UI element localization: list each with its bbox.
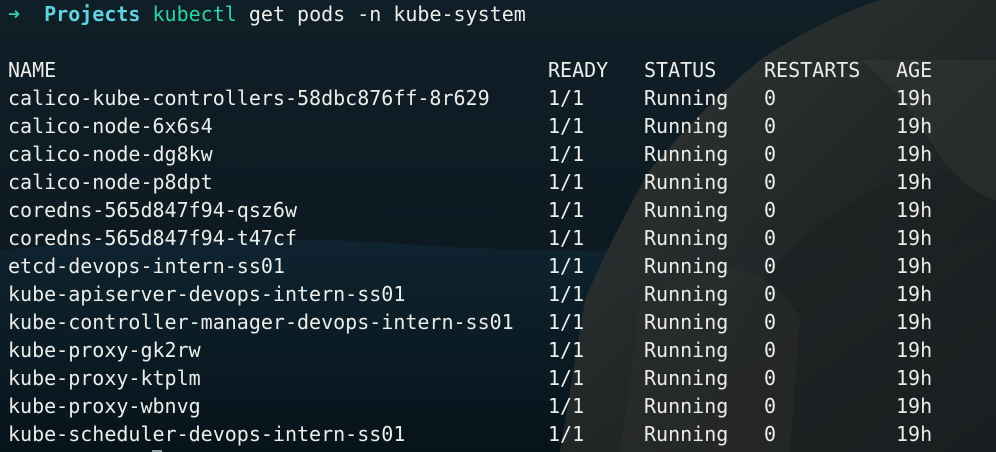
pod-name: kube-controller-manager-devops-intern-ss… xyxy=(8,310,514,334)
pod-status: Running xyxy=(644,422,729,446)
pod-status: Running xyxy=(644,338,729,362)
pod-status: Running xyxy=(644,198,729,222)
pod-restarts: 0 xyxy=(764,114,777,138)
pod-ready: 1/1 xyxy=(548,170,585,194)
header-name: NAME xyxy=(8,58,57,82)
table-row: kube-controller-manager-devops-intern-ss… xyxy=(8,308,988,336)
pod-restarts: 0 xyxy=(764,422,777,446)
table-header: NAME READY STATUS RESTARTS AGE xyxy=(8,56,988,84)
pod-ready: 1/1 xyxy=(548,310,585,334)
pod-name: calico-node-6x6s4 xyxy=(8,114,213,138)
pod-ready: 1/1 xyxy=(548,394,585,418)
table-row: calico-node-6x6s4 1/1 Running 0 19h xyxy=(8,112,988,140)
pod-age: 19h xyxy=(896,338,933,362)
prompt-directory: Projects xyxy=(44,2,141,26)
prompt-line: ➜ Projects kubectl get pods -n kube-syst… xyxy=(8,0,988,28)
pod-restarts: 0 xyxy=(764,86,777,110)
pod-status: Running xyxy=(644,170,729,194)
pod-restarts: 0 xyxy=(764,170,777,194)
pod-ready: 1/1 xyxy=(548,338,585,362)
pod-name: kube-scheduler-devops-intern-ss01 xyxy=(8,422,406,446)
pod-age: 19h xyxy=(896,170,933,194)
pod-status: Running xyxy=(644,366,729,390)
command-name: kubectl xyxy=(152,2,237,26)
pod-name: calico-node-dg8kw xyxy=(8,142,213,166)
pod-status: Running xyxy=(644,310,729,334)
pod-ready: 1/1 xyxy=(548,282,585,306)
pod-status: Running xyxy=(644,114,729,138)
header-restarts: RESTARTS xyxy=(764,58,861,82)
pod-age: 19h xyxy=(896,254,933,278)
terminal-output: ➜ Projects kubectl get pods -n kube-syst… xyxy=(8,0,988,452)
table-row: coredns-565d847f94-t47cf 1/1 Running 0 1… xyxy=(8,224,988,252)
table-row: etcd-devops-intern-ss01 1/1 Running 0 19… xyxy=(8,252,988,280)
pod-ready: 1/1 xyxy=(548,366,585,390)
pod-status: Running xyxy=(644,142,729,166)
table-row: coredns-565d847f94-qsz6w 1/1 Running 0 1… xyxy=(8,196,988,224)
pod-restarts: 0 xyxy=(764,282,777,306)
pod-restarts: 0 xyxy=(764,394,777,418)
pod-age: 19h xyxy=(896,142,933,166)
pod-name: kube-apiserver-devops-intern-ss01 xyxy=(8,282,406,306)
pod-status: Running xyxy=(644,86,729,110)
pod-ready: 1/1 xyxy=(548,422,585,446)
pod-restarts: 0 xyxy=(764,142,777,166)
pod-age: 19h xyxy=(896,310,933,334)
pod-status: Running xyxy=(644,254,729,278)
pod-name: coredns-565d847f94-qsz6w xyxy=(8,198,297,222)
pod-ready: 1/1 xyxy=(548,86,585,110)
pod-ready: 1/1 xyxy=(548,226,585,250)
pod-restarts: 0 xyxy=(764,310,777,334)
pod-ready: 1/1 xyxy=(548,114,585,138)
terminal-window[interactable]: ➜ Projects kubectl get pods -n kube-syst… xyxy=(0,0,996,452)
pod-name: coredns-565d847f94-t47cf xyxy=(8,226,297,250)
pod-age: 19h xyxy=(896,198,933,222)
pod-name: kube-proxy-wbnvg xyxy=(8,394,201,418)
prompt-arrow-icon: ➜ xyxy=(8,2,21,26)
pod-age: 19h xyxy=(896,226,933,250)
header-ready: READY xyxy=(548,58,609,82)
table-row: kube-apiserver-devops-intern-ss01 1/1 Ru… xyxy=(8,280,988,308)
table-row: calico-node-dg8kw 1/1 Running 0 19h xyxy=(8,140,988,168)
pod-ready: 1/1 xyxy=(548,198,585,222)
pod-restarts: 0 xyxy=(764,366,777,390)
next-prompt-line xyxy=(8,448,988,452)
pod-age: 19h xyxy=(896,394,933,418)
pod-age: 19h xyxy=(896,422,933,446)
pod-restarts: 0 xyxy=(764,254,777,278)
header-status: STATUS xyxy=(644,58,717,82)
pod-age: 19h xyxy=(896,282,933,306)
pod-age: 19h xyxy=(896,114,933,138)
pod-age: 19h xyxy=(896,366,933,390)
table-row: kube-proxy-gk2rw 1/1 Running 0 19h xyxy=(8,336,988,364)
pod-name: calico-kube-controllers-58dbc876ff-8r629 xyxy=(8,86,490,110)
pod-restarts: 0 xyxy=(764,198,777,222)
table-row: kube-proxy-wbnvg 1/1 Running 0 19h xyxy=(8,392,988,420)
pod-age: 19h xyxy=(896,86,933,110)
table-row: kube-scheduler-devops-intern-ss01 1/1 Ru… xyxy=(8,420,988,448)
table-row: calico-kube-controllers-58dbc876ff-8r629… xyxy=(8,84,988,112)
pod-status: Running xyxy=(644,226,729,250)
pod-restarts: 0 xyxy=(764,226,777,250)
pod-name: kube-proxy-gk2rw xyxy=(8,338,201,362)
pod-restarts: 0 xyxy=(764,338,777,362)
pod-ready: 1/1 xyxy=(548,142,585,166)
table-row: kube-proxy-ktplm 1/1 Running 0 19h xyxy=(8,364,988,392)
pod-name: calico-node-p8dpt xyxy=(8,170,213,194)
pod-name: kube-proxy-ktplm xyxy=(8,366,201,390)
pod-status: Running xyxy=(644,394,729,418)
pod-ready: 1/1 xyxy=(548,254,585,278)
command-args: get pods -n kube-system xyxy=(248,2,526,26)
table-row: calico-node-p8dpt 1/1 Running 0 19h xyxy=(8,168,988,196)
header-age: AGE xyxy=(896,58,933,82)
pod-status: Running xyxy=(644,282,729,306)
pod-name: etcd-devops-intern-ss01 xyxy=(8,254,285,278)
